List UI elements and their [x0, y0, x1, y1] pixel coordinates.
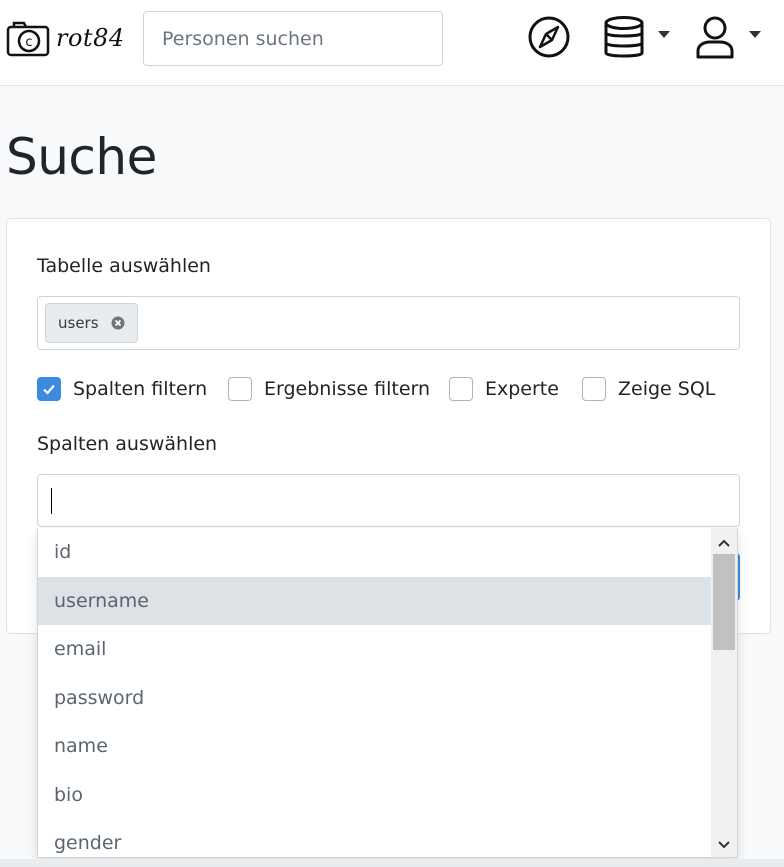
scroll-up-arrow-icon[interactable]	[711, 532, 737, 554]
scrollbar-thumb[interactable]	[713, 554, 735, 650]
user-menu-button[interactable]	[693, 15, 761, 61]
brand-name: rot84	[56, 24, 125, 52]
dropdown-option-highlighted[interactable]: username	[38, 577, 713, 625]
dropdown-option[interactable]: gender	[38, 819, 713, 857]
dropdown-option[interactable]: bio	[38, 771, 713, 819]
chevron-down-icon	[749, 30, 761, 38]
checkbox-zeige-sql[interactable]: Zeige SQL	[582, 376, 715, 402]
remove-chip-icon[interactable]	[111, 316, 125, 330]
user-icon	[696, 16, 734, 59]
dropdown-option[interactable]: name	[38, 722, 713, 770]
person-search-input[interactable]	[143, 11, 443, 66]
svg-text:c: c	[25, 35, 32, 50]
compass-icon	[528, 16, 570, 58]
database-menu-button[interactable]	[602, 15, 670, 61]
selected-table-chip: users	[45, 303, 138, 343]
chip-label: users	[58, 314, 99, 332]
checkbox-label: Ergebnisse filtern	[264, 378, 431, 400]
camera-icon: c	[6, 21, 50, 57]
navbar: c rot84	[0, 0, 784, 86]
checkbox-spalten-filtern[interactable]: Spalten filtern	[37, 376, 207, 402]
dropdown-option[interactable]: password	[38, 674, 713, 722]
checkbox-label: Zeige SQL	[618, 378, 716, 400]
table-select-label: Tabelle auswählen	[37, 255, 211, 277]
checkbox-unchecked[interactable]	[228, 377, 252, 401]
brand[interactable]: c rot84	[6, 18, 125, 58]
checkbox-experte[interactable]: Experte	[449, 376, 559, 402]
checkbox-label: Experte	[485, 378, 559, 400]
page-title: Suche	[6, 128, 157, 186]
dropdown-option[interactable]: id	[38, 528, 713, 576]
scroll-down-arrow-icon[interactable]	[711, 834, 737, 856]
text-cursor	[51, 488, 52, 514]
checkbox-checked[interactable]	[37, 377, 61, 401]
checkbox-label: Spalten filtern	[73, 378, 208, 400]
table-select[interactable]: users	[37, 296, 740, 350]
database-icon	[604, 16, 644, 58]
dropdown-option[interactable]: email	[38, 625, 713, 673]
checkbox-unchecked[interactable]	[449, 377, 473, 401]
columns-select-label: Spalten auswählen	[37, 433, 218, 455]
columns-select-input[interactable]	[37, 474, 740, 527]
explore-button[interactable]	[527, 15, 571, 59]
checkmark-icon	[43, 384, 55, 395]
columns-dropdown: id username email password name bio gend…	[37, 528, 738, 858]
checkbox-ergebnisse-filtern[interactable]: Ergebnisse filtern	[228, 376, 430, 402]
page-footer-edge	[0, 859, 784, 867]
checkbox-unchecked[interactable]	[582, 377, 606, 401]
dropdown-scrollbar[interactable]	[711, 528, 737, 857]
chevron-down-icon	[658, 30, 670, 38]
